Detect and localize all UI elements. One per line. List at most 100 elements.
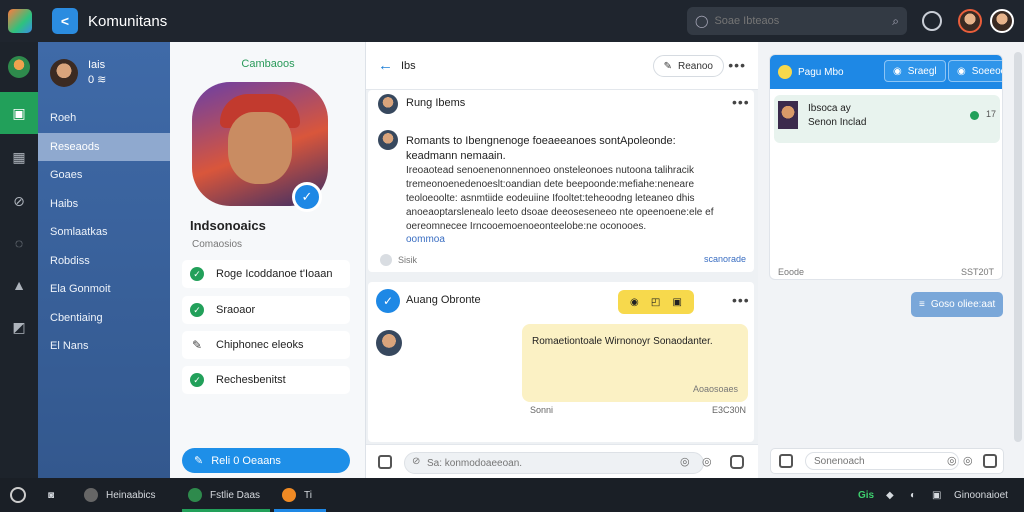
- tray-label[interactable]: Ginoonaioet: [954, 478, 1008, 512]
- avatar: [778, 101, 798, 129]
- lock-button[interactable]: ◙: [48, 478, 54, 512]
- profile-item-3[interactable]: ✓ Rechesbenitst: [182, 366, 350, 394]
- more-icon[interactable]: •••: [728, 57, 746, 73]
- more-icon[interactable]: •••: [732, 292, 750, 308]
- rail-notifications[interactable]: ▲: [0, 264, 38, 306]
- profile-item-1[interactable]: ✓ Sraoaor: [182, 296, 350, 324]
- group-card: Pagu Mbo ◉ Sraegl ◉ Soeeoe Ibsoca ay Sen…: [769, 54, 1003, 280]
- group-card-footer-left: Eoode: [778, 267, 805, 277]
- message-composer: ⊘ ◎ ◎: [366, 444, 758, 478]
- message-time-left: Sonni: [530, 405, 554, 415]
- profile-subtitle: Comaosios: [192, 239, 243, 250]
- mic-icon[interactable]: ◎: [702, 455, 712, 468]
- send-icon[interactable]: [730, 455, 744, 469]
- nav-item-4[interactable]: Somlaatkas: [38, 218, 170, 247]
- nav-user[interactable]: Iais 0 ≋: [38, 42, 170, 104]
- post-link[interactable]: oommoa: [406, 234, 445, 245]
- online-status-icon: [970, 111, 979, 120]
- tray-sound-icon[interactable]: ◐: [910, 478, 916, 512]
- nav-item-5[interactable]: Robdiss: [38, 247, 170, 276]
- group-tab-2[interactable]: ◉ Soeeoe: [948, 60, 1002, 82]
- rail-profile[interactable]: [0, 46, 38, 88]
- window-icon: ▣: [12, 104, 26, 121]
- copy-icon[interactable]: ◰: [651, 297, 660, 308]
- nav-user-sub: 0 ≋: [88, 74, 107, 86]
- chat-icon[interactable]: [922, 11, 942, 31]
- rail-explore[interactable]: ⊘: [0, 180, 38, 222]
- feed-panel: ← Ibs ✎ Reanoo ••• Rung Ibems ••• Romant…: [366, 42, 758, 478]
- edit-icon: ✎: [663, 60, 672, 72]
- icon-rail: ▣ ▦ ⊘ ◌ ▲ ◩: [0, 42, 38, 478]
- taskbar-item-3[interactable]: Ti: [274, 478, 326, 512]
- taskbar-item-3-label: Ti: [304, 489, 312, 501]
- taskbar-item-1-label: Heinaabics: [106, 489, 156, 501]
- send-icon[interactable]: [983, 454, 997, 468]
- clock-icon[interactable]: ◉: [630, 297, 639, 308]
- start-button[interactable]: [10, 478, 26, 512]
- group-row-line2: Senon Inclad: [808, 117, 867, 128]
- rail-home[interactable]: ▣: [0, 92, 38, 134]
- taskbar-item-2-label: Fstlie Daas: [210, 489, 261, 501]
- emoji-icon[interactable]: ◎: [947, 454, 957, 467]
- chat-bubble-icon: ◌: [14, 235, 24, 251]
- user-avatar[interactable]: [990, 9, 1014, 33]
- like-icon[interactable]: [380, 254, 392, 266]
- search-box[interactable]: ◯ ⌕: [687, 7, 907, 35]
- nav-item-0[interactable]: Roeh: [38, 104, 170, 133]
- edit-icon: ◩: [12, 318, 26, 335]
- mic-icon[interactable]: ◎: [963, 454, 973, 467]
- nav-item-3[interactable]: Haibs: [38, 190, 170, 219]
- scrollbar[interactable]: [1014, 52, 1022, 442]
- profile-item-label: Chiphonec eleoks: [216, 339, 304, 351]
- app-logo[interactable]: [8, 9, 32, 33]
- group-tab-1[interactable]: ◉ Sraegl: [884, 60, 946, 82]
- search-input[interactable]: [714, 15, 893, 27]
- tray-badge[interactable]: Gis: [858, 478, 874, 512]
- group-avatar[interactable]: [958, 9, 982, 33]
- post-body: Ireoaotead senoenenonnennoeo onsteleonoe…: [406, 165, 714, 232]
- nav-item-7[interactable]: Cbentiaing: [38, 304, 170, 333]
- nav-item-8[interactable]: El Nans: [38, 332, 170, 361]
- back-arrow-icon[interactable]: ←: [378, 57, 393, 74]
- post-lead: Romants to Ibengnenoge foeaeeanoes sontA…: [406, 135, 676, 162]
- feed-header-button[interactable]: ✎ Reanoo: [652, 55, 724, 77]
- attach-icon[interactable]: [378, 455, 392, 469]
- rail-edit[interactable]: ◩: [0, 306, 38, 348]
- nav-user-name: Iais: [88, 59, 106, 71]
- right-action-label: Goso oliee:aat: [930, 299, 996, 310]
- nav-item-1[interactable]: Reseaods: [38, 132, 170, 161]
- right-composer-input[interactable]: [805, 452, 959, 470]
- tray-chat-icon[interactable]: ▣: [932, 478, 941, 512]
- share-icon[interactable]: ▣: [672, 297, 681, 308]
- compass-icon: ⊘: [13, 192, 25, 209]
- tray-shield-icon[interactable]: ◆: [886, 478, 894, 512]
- post-author[interactable]: Rung Ibems: [406, 97, 465, 109]
- emoji-icon[interactable]: ◎: [680, 455, 690, 468]
- group-card-title: Pagu Mbo: [798, 66, 844, 78]
- group-card-footer-right: SST20T: [960, 267, 994, 277]
- right-action-button[interactable]: ≡ Goso oliee:aat: [911, 292, 1003, 317]
- feed-title: Ibs: [401, 59, 416, 72]
- taskbar-item-2[interactable]: Fstlie Daas: [182, 478, 270, 512]
- rail-calendar[interactable]: ▦: [0, 136, 38, 178]
- more-icon[interactable]: •••: [732, 94, 750, 110]
- group-tab-1-label: Sraegl: [907, 65, 937, 77]
- search-submit-icon[interactable]: ⌕: [892, 14, 899, 29]
- message-input[interactable]: [404, 452, 704, 474]
- nav-item-2[interactable]: Goaes: [38, 161, 170, 190]
- taskbar-item-1[interactable]: Heinaabics: [84, 478, 155, 512]
- attach-icon[interactable]: [779, 454, 793, 468]
- nav-item-6[interactable]: Ela Gonmoit: [38, 275, 170, 304]
- rail-avatar-icon: [8, 56, 30, 78]
- avatar: [50, 59, 78, 87]
- group-row[interactable]: Ibsoca ay Senon Inclad 17: [774, 95, 1000, 143]
- feed-header-button-label: Reanoo: [677, 60, 713, 72]
- rail-messages[interactable]: ◌: [0, 222, 38, 264]
- taskbar: ◙ Heinaabics Fstlie Daas Ti Gis ◆ ◐ ▣ Gi…: [0, 478, 1024, 512]
- right-composer: ◎ ◎: [770, 448, 1004, 474]
- message-author[interactable]: Auang Obronte: [406, 294, 481, 306]
- profile-item-0[interactable]: ✓ Roge Icoddanoe t'Ioaan: [182, 260, 350, 288]
- profile-action-button[interactable]: ✎ Reli 0 Oeaans: [182, 448, 350, 473]
- profile-item-2[interactable]: ✎ Chiphonec eleoks: [182, 331, 350, 359]
- link-icon: ⊘: [412, 456, 421, 467]
